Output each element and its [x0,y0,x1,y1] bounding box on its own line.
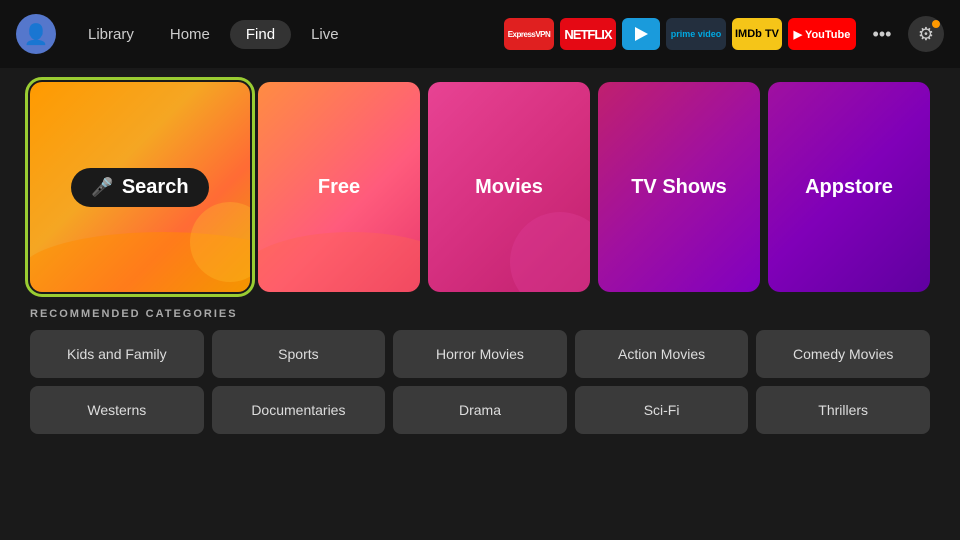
search-button[interactable]: 🎤 Search [71,168,208,207]
main-content: 🎤 Search Free Movies TV Shows Appstore R… [0,68,960,448]
category-row-1: Kids and Family Sports Horror Movies Act… [30,330,930,378]
expressvpn-icon[interactable]: ExpressVPN [504,18,554,50]
imdb-icon[interactable]: IMDb TV [732,18,782,50]
category-sci-fi[interactable]: Sci-Fi [575,386,749,434]
category-sports[interactable]: Sports [212,330,386,378]
freevee-icon[interactable] [622,18,660,50]
appstore-tile[interactable]: Appstore [768,82,930,292]
category-kids-and-family[interactable]: Kids and Family [30,330,204,378]
tvshows-tile[interactable]: TV Shows [598,82,760,292]
prime-video-icon[interactable]: prime video [666,18,726,50]
featured-tiles-row: 🎤 Search Free Movies TV Shows Appstore [30,82,930,292]
top-navigation: 👤 Library Home Find Live ExpressVPN NETF… [0,0,960,68]
gear-icon: ⚙ [918,24,934,45]
category-documentaries[interactable]: Documentaries [212,386,386,434]
category-horror-movies[interactable]: Horror Movies [393,330,567,378]
category-row-2: Westerns Documentaries Drama Sci-Fi Thri… [30,386,930,434]
avatar-icon: 👤 [24,22,49,47]
tvshows-label: TV Shows [631,176,727,199]
appstore-label: Appstore [805,176,893,199]
microphone-icon: 🎤 [91,177,113,198]
nav-live[interactable]: Live [295,20,355,49]
search-label: Search [122,176,189,199]
free-tile[interactable]: Free [258,82,420,292]
settings-button[interactable]: ⚙ [908,16,944,52]
recommended-categories-title: RECOMMENDED CATEGORIES [30,308,930,320]
app-icons-bar: ExpressVPN NETFLIX prime video IMDb TV ▶… [504,18,856,50]
category-westerns[interactable]: Westerns [30,386,204,434]
category-thrillers[interactable]: Thrillers [756,386,930,434]
nav-library[interactable]: Library [72,20,150,49]
nav-home[interactable]: Home [154,20,226,49]
category-grid: Kids and Family Sports Horror Movies Act… [30,330,930,434]
category-comedy-movies[interactable]: Comedy Movies [756,330,930,378]
nav-find[interactable]: Find [230,20,291,49]
free-label: Free [318,176,360,199]
search-tile[interactable]: 🎤 Search [30,82,250,292]
movies-tile[interactable]: Movies [428,82,590,292]
category-action-movies[interactable]: Action Movies [575,330,749,378]
movies-label: Movies [475,176,543,199]
recommended-categories-section: RECOMMENDED CATEGORIES Kids and Family S… [30,308,930,434]
nav-links: Library Home Find Live [72,20,355,49]
more-button[interactable]: ••• [864,16,900,52]
netflix-icon[interactable]: NETFLIX [560,18,616,50]
youtube-icon[interactable]: ▶ YouTube [788,18,856,50]
settings-notification-dot [932,20,940,28]
avatar[interactable]: 👤 [16,14,56,54]
category-drama[interactable]: Drama [393,386,567,434]
